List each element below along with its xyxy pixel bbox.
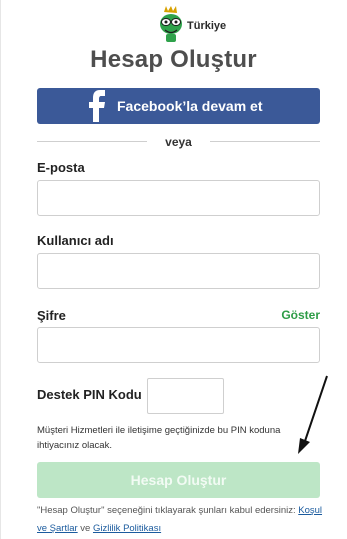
facebook-button-label: Facebook’la devam et (117, 98, 263, 114)
username-field[interactable] (37, 253, 320, 289)
create-account-button[interactable]: Hesap Oluştur (37, 462, 320, 498)
pin-field[interactable] (147, 378, 224, 414)
left-edge-divider (0, 0, 1, 539)
mascot-logo-icon (160, 6, 182, 42)
terms-prefix: "Hesap Oluştur" seçeneğini tıklayarak şu… (37, 505, 296, 516)
email-label: E-posta (37, 160, 85, 175)
facebook-continue-button[interactable]: Facebook’la devam et (37, 88, 320, 124)
show-password-toggle[interactable]: Göster (281, 308, 320, 322)
pin-help-text: Müşteri Hizmetleri ile iletişime geçtiği… (37, 425, 281, 451)
page-title: Hesap Oluştur (90, 46, 257, 73)
pin-label: Destek PIN Kodu (37, 387, 142, 402)
logo-country-text: Türkiye (187, 20, 227, 32)
privacy-policy-link[interactable]: Gizlilik Politikası (93, 523, 161, 534)
terms-middle: ve (80, 523, 91, 534)
password-label: Şifre (37, 308, 66, 323)
facebook-icon (89, 90, 105, 122)
annotation-arrow-icon (298, 375, 328, 454)
divider-text: veya (153, 134, 204, 150)
or-divider: veya (37, 134, 320, 150)
password-field[interactable] (37, 327, 320, 363)
terms-text: "Hesap Oluştur" seçeneğini tıklayarak şu… (37, 502, 327, 538)
email-field[interactable] (37, 180, 320, 216)
username-label: Kullanıcı adı (37, 233, 114, 248)
brand-logo[interactable]: Türkiye (152, 6, 252, 46)
